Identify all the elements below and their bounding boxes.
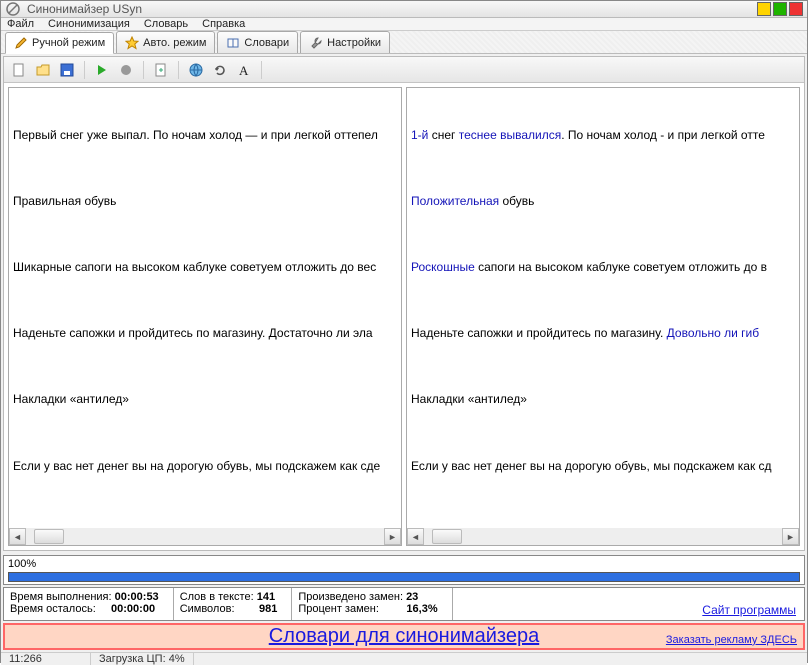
hscroll-left[interactable]: ◄ ► [9,528,401,545]
src-line: Правильная обувь [13,193,397,210]
progress-bar [8,572,800,582]
font-button[interactable]: A [233,59,255,81]
stats-repl: Произведено замен: 23 Процент замен: 16,… [292,588,452,620]
maximize-button[interactable] [773,2,787,16]
stats-link: Сайт программы [453,588,804,620]
titlebar: Синонимайзер USyn [1,1,807,18]
globe-button[interactable] [185,59,207,81]
star-icon [125,36,139,50]
save-button[interactable] [56,59,78,81]
scroll-left-icon[interactable]: ◄ [407,528,424,545]
res-line: Роскошные сапоги на высоком каблуке сове… [411,259,795,276]
scroll-thumb[interactable] [432,529,462,544]
res-line: Положительная обувь [411,193,795,210]
menu-file[interactable]: Файл [7,18,34,30]
book-icon [226,36,240,50]
stats-words: Слов в тексте: 141 Символов: 981 [174,588,293,620]
panes: Первый снег уже выпал. По ночам холод — … [4,83,804,550]
right-pane: 1-й снег теснее вывалился. По ночам холо… [406,87,800,546]
tab-auto[interactable]: Авто. режим [116,31,215,53]
scroll-right-icon[interactable]: ► [782,528,799,545]
app-icon [5,1,21,17]
src-line: Если у вас нет денег вы на дорогую обувь… [13,458,397,475]
new-button[interactable] [8,59,30,81]
site-link[interactable]: Сайт программы [702,603,796,617]
ad-banner: Словари для синонимайзера Заказать рекла… [3,623,805,650]
scroll-thumb[interactable] [34,529,64,544]
ad-main-link[interactable]: Словари для синонимайзера [269,625,539,648]
tab-manual[interactable]: Ручной режим [5,32,114,54]
tab-manual-label: Ручной режим [32,37,105,49]
minimize-button[interactable] [757,2,771,16]
tab-dicts[interactable]: Словари [217,31,298,53]
export-button[interactable] [150,59,172,81]
separator [143,61,144,79]
scroll-track[interactable] [424,528,782,545]
tabstrip: Ручной режим Авто. режим Словари Настрой… [1,31,807,54]
result-text[interactable]: 1-й снег теснее вывалился. По ночам холо… [407,88,799,528]
close-button[interactable] [789,2,803,16]
open-button[interactable] [32,59,54,81]
stop-button[interactable] [115,59,137,81]
ad-order-link[interactable]: Заказать рекламу ЗДЕСЬ [666,634,797,646]
menubar: Файл Синонимизация Словарь Справка [1,18,807,31]
progress-box: 100% [3,555,805,585]
res-line: 1-й снег теснее вывалился. По ночам холо… [411,127,795,144]
stats-time: Время выполнения: 00:00:53 Время осталос… [4,588,174,620]
tab-auto-label: Авто. режим [143,37,206,49]
src-line: Первый снег уже выпал. По ночам холод — … [13,127,397,144]
src-line: Шикарные сапоги на высоком каблуке совет… [13,259,397,276]
hscroll-right[interactable]: ◄ ► [407,528,799,545]
status-position: 11:266 [1,653,91,665]
menu-dict[interactable]: Словарь [144,18,188,30]
window-title: Синонимайзер USyn [27,2,757,16]
pencil-icon [14,36,28,50]
res-line: Наденьте сапожки и пройдитесь по магазин… [411,325,795,342]
status-cpu: Загрузка ЦП: 4% [91,653,194,665]
stats-box: Время выполнения: 00:00:53 Время осталос… [3,587,805,621]
tab-dicts-label: Словари [244,37,289,49]
run-button[interactable] [91,59,113,81]
window-buttons [757,2,803,16]
source-text[interactable]: Первый снег уже выпал. По ночам холод — … [9,88,401,528]
scroll-track[interactable] [26,528,384,545]
wrench-icon [309,36,323,50]
tab-settings-label: Настройки [327,37,381,49]
separator [261,61,262,79]
toolbar: A [4,57,804,83]
progress-label: 100% [8,558,800,572]
left-pane: Первый снег уже выпал. По ночам холод — … [8,87,402,546]
svg-text:A: A [239,63,249,78]
res-line: Накладки «антилед» [411,391,795,408]
res-line: Если у вас нет денег вы на дорогую обувь… [411,458,795,475]
menu-synon[interactable]: Синонимизация [48,18,130,30]
separator [84,61,85,79]
src-line: Наденьте сапожки и пройдитесь по магазин… [13,325,397,342]
app-window: Синонимайзер USyn Файл Синонимизация Сло… [0,0,808,663]
src-line: Накладки «антилед» [13,391,397,408]
scroll-right-icon[interactable]: ► [384,528,401,545]
content-area: A Первый снег уже выпал. По ночам холод … [3,56,805,551]
refresh-button[interactable] [209,59,231,81]
separator [178,61,179,79]
menu-help[interactable]: Справка [202,18,245,30]
tab-settings[interactable]: Настройки [300,31,390,53]
scroll-left-icon[interactable]: ◄ [9,528,26,545]
